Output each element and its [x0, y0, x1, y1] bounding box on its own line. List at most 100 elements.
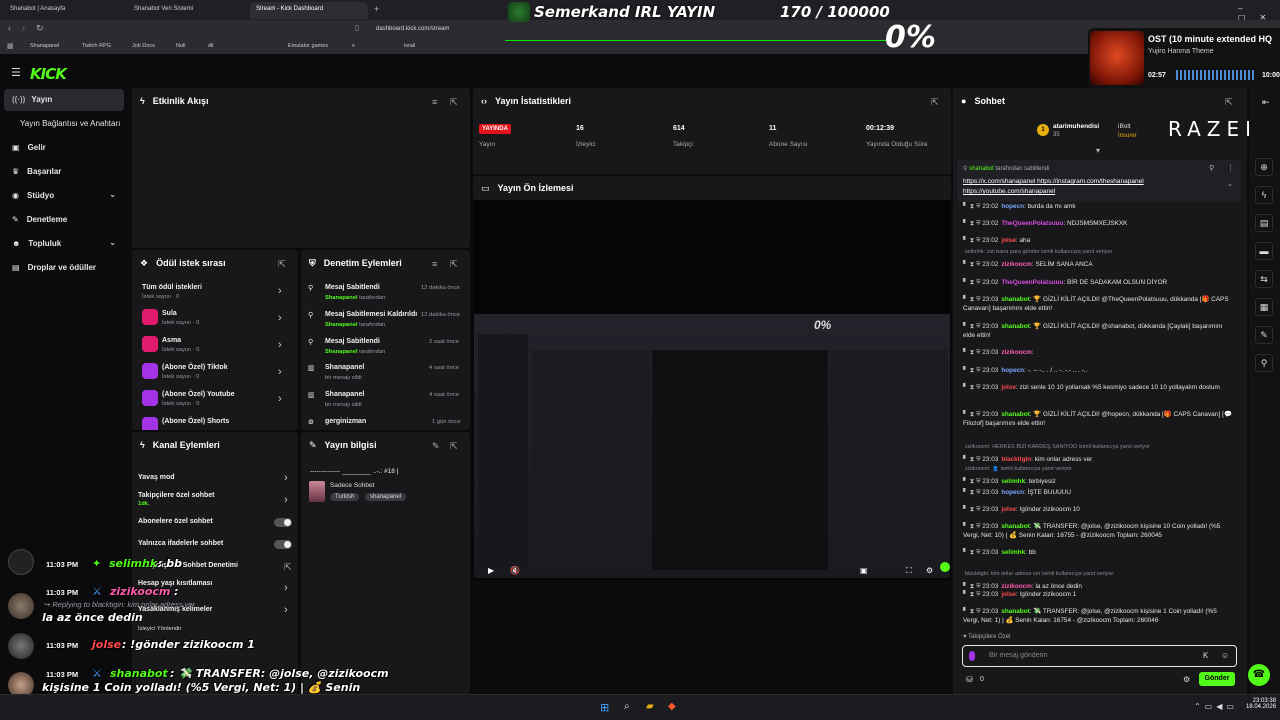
- browser-tab-active[interactable]: Stream - Kick Dashboard: [250, 2, 368, 19]
- chat-message-user[interactable]: hopecn: [1001, 367, 1024, 374]
- bookmark-item[interactable]: Job Docs: [132, 43, 155, 49]
- bookmark-item[interactable]: Emulator games: [288, 43, 328, 49]
- chat-message-user[interactable]: jolse: [1001, 384, 1016, 391]
- chat-message-user[interactable]: shanabot: [1001, 523, 1029, 530]
- fullscreen-icon[interactable]: ⛶: [906, 566, 912, 576]
- mod-quick-actions-icon[interactable]: ▘ ⧗ ⛨: [963, 384, 982, 391]
- filter-icon[interactable]: ≡: [432, 97, 437, 107]
- mod-quick-actions-icon[interactable]: ▘ ⧗ ⛨: [963, 367, 982, 374]
- layout-icon[interactable]: ▦: [1255, 298, 1273, 316]
- reward-item-name[interactable]: (Abone Özel) Youtube: [162, 391, 234, 398]
- settings-gear-icon[interactable]: ⚙: [926, 566, 933, 575]
- chat-message-user[interactable]: zizikoocm: [1001, 261, 1032, 268]
- channel-action-label[interactable]: Yavaş mod: [138, 474, 175, 481]
- chat-message-user[interactable]: blacktigin: [1001, 456, 1031, 463]
- stream-category[interactable]: Sadece Sohbet: [330, 482, 374, 489]
- mod-quick-actions-icon[interactable]: ▘ ⧗ ⛨: [963, 220, 982, 227]
- stream-tag[interactable]: Turkish: [330, 493, 360, 501]
- chat-input[interactable]: Bir mesaj gönderin K ☺: [962, 645, 1237, 667]
- chat-message[interactable]: ▘ ⧗ ⛨ 23:03 shanabot: 🏆 GİZLİ KİLİT AÇILD…: [963, 322, 1233, 340]
- chevron-right-icon[interactable]: ›: [278, 285, 282, 297]
- channel-action-label[interactable]: İzleyici Yönlendir: [138, 626, 181, 632]
- channel-action-label[interactable]: Yalnızca ifadelerle sohbet: [138, 540, 223, 547]
- chat-message[interactable]: ▘ ⧗ ⛨ 23:03 jolse: !gönder zizikoocm 1: [963, 590, 1233, 599]
- pinned-link[interactable]: https://youtube.com/shanapanel: [963, 188, 1055, 195]
- new-tab-icon[interactable]: +: [374, 4, 379, 14]
- chevron-right-icon[interactable]: ›: [278, 339, 282, 351]
- support-chat-icon[interactable]: ☎: [1248, 664, 1270, 686]
- chat-message-user[interactable]: zizikoocm: [1001, 583, 1032, 590]
- mute-icon[interactable]: 🔇: [510, 566, 520, 575]
- quick-action-icon[interactable]: ⊕: [1255, 158, 1273, 176]
- taskbar-clock[interactable]: 23:03:38 18.04.2026: [1246, 698, 1276, 710]
- chat-input-placeholder[interactable]: Bir mesaj gönderin: [989, 652, 1047, 659]
- sidebar-item-yayin[interactable]: ((·)) Yayın: [4, 89, 124, 111]
- back-icon[interactable]: ‹: [8, 23, 11, 33]
- chevron-right-icon[interactable]: ›: [284, 582, 288, 594]
- unpin-icon[interactable]: ⚲: [1209, 164, 1214, 172]
- chevron-down-icon[interactable]: ▾: [1096, 146, 1100, 155]
- clipboard-icon[interactable]: ▤: [1255, 214, 1273, 232]
- pin-icon[interactable]: ⚲: [1255, 354, 1273, 372]
- reload-icon[interactable]: ↻: [36, 23, 44, 34]
- chat-message[interactable]: ▘ ⧗ ⛨ 23:03 shanabot: 🏆 GİZLİ KİLİT AÇILD…: [963, 295, 1233, 313]
- chevron-right-icon[interactable]: ›: [278, 312, 282, 324]
- chat-icon[interactable]: ▬: [1255, 242, 1273, 260]
- sidebar-item-droplar[interactable]: ▤ Droplar ve ödüller: [4, 257, 124, 279]
- external-link-icon[interactable]: ⇱: [284, 562, 292, 573]
- chat-message[interactable]: ▘ ⧗ ⛨ 23:02 jolse: aha: [963, 236, 1233, 245]
- mod-action-name[interactable]: Shanapanel: [325, 364, 364, 371]
- sidebar-item-topluluk[interactable]: ☻ Topluluk ⌄: [4, 233, 124, 255]
- pip-icon[interactable]: ▣: [860, 566, 868, 575]
- kick-emote-icon[interactable]: K: [1203, 651, 1208, 660]
- chat-message-user[interactable]: jolse: [1001, 237, 1016, 244]
- chat-message[interactable]: ▘ ⧗ ⛨ 23:03 selimhk: bb: [963, 548, 1233, 557]
- reward-item-name[interactable]: Sula: [162, 310, 177, 317]
- chat-message-user[interactable]: jolse: [1001, 506, 1016, 513]
- chat-settings-icon[interactable]: ⚙: [1183, 675, 1190, 684]
- chat-message-user[interactable]: shanabot: [1001, 411, 1029, 418]
- popout-icon[interactable]: ⇱: [278, 259, 286, 270]
- mod-quick-actions-icon[interactable]: ▘ ⧗ ⛨: [963, 237, 982, 244]
- mod-quick-actions-icon[interactable]: ▘ ⧗ ⛨: [963, 456, 982, 463]
- bookmark-icon[interactable]: ▯: [355, 24, 359, 32]
- popout-icon[interactable]: ⇱: [450, 441, 458, 452]
- channel-action-label[interactable]: Abonelere özel sohbet: [138, 518, 213, 525]
- mod-quick-actions-icon[interactable]: ▘ ⧗ ⛨: [963, 583, 982, 590]
- mod-action-name[interactable]: Shanapanel: [325, 391, 364, 398]
- popout-icon[interactable]: ⇱: [450, 259, 458, 270]
- bookmark-item[interactable]: Shanapanel: [30, 43, 59, 49]
- mod-quick-actions-icon[interactable]: ▘ ⧗ ⛨: [963, 279, 982, 286]
- chat-message-user[interactable]: jolse: [1001, 591, 1016, 598]
- sidebar-item-basarilar[interactable]: ♛ Başarılar: [4, 161, 124, 183]
- channel-action-label[interactable]: Takipçilere özel sohbet: [138, 492, 215, 499]
- mod-action-actor[interactable]: Shanapanel: [325, 322, 358, 328]
- chevron-right-icon[interactable]: ›: [284, 494, 288, 506]
- chat-message[interactable]: ▘ ⧗ ⛨ 23:03 selimhk: terbiyesiz: [963, 477, 1233, 486]
- sidebar-item-gelir[interactable]: ▣ Gelir: [4, 137, 124, 159]
- brave-browser-icon[interactable]: ◆: [668, 701, 676, 712]
- play-icon[interactable]: ▶: [488, 566, 494, 575]
- collapse-icon[interactable]: ⇤: [1262, 97, 1270, 108]
- mod-quick-actions-icon[interactable]: ▘ ⧗ ⛨: [963, 549, 982, 556]
- mod-action-actor[interactable]: Shanapanel: [325, 349, 358, 355]
- search-icon[interactable]: ⌕: [624, 701, 630, 712]
- wrench-icon[interactable]: ✎: [1255, 326, 1273, 344]
- kick-logo[interactable]: KICK: [30, 65, 67, 83]
- mod-quick-actions-icon[interactable]: ▘ ⧗ ⛨: [963, 478, 982, 485]
- chat-message[interactable]: ▘ ⧗ ⛨ 23:02 TheQueenPolatsuuu: NDJSMSMXEJ…: [963, 219, 1233, 228]
- subscribers-only-toggle[interactable]: [274, 518, 292, 527]
- chat-message-user[interactable]: TheQueenPolatsuuu: [1001, 279, 1063, 286]
- bookmark-item[interactable]: israil: [404, 43, 415, 49]
- stream-tag[interactable]: shanapanel: [365, 493, 407, 501]
- sidebar-item-denetleme[interactable]: ✎ Denetleme: [4, 209, 124, 231]
- emotes-only-toggle[interactable]: [274, 540, 292, 549]
- system-tray-icon[interactable]: ⌃▭◀▭: [1194, 702, 1238, 711]
- chat-message-user[interactable]: zizikoocm: [1001, 349, 1032, 356]
- mod-quick-actions-icon[interactable]: ▘ ⧗ ⛨: [963, 506, 982, 513]
- chat-message[interactable]: ▘ ⧗ ⛨ 23:02 hopecn: burda da mı amk: [963, 202, 1233, 211]
- mod-quick-actions-icon[interactable]: ▘ ⧗ ⛨: [963, 411, 982, 418]
- chat-message[interactable]: ▘ ⧗ ⛨ 23:02 TheQueenPolatsuuu: BİR DE SAD…: [963, 278, 1233, 287]
- send-button[interactable]: Gönder: [1199, 672, 1235, 686]
- points-icon[interactable]: ⛁: [966, 675, 973, 684]
